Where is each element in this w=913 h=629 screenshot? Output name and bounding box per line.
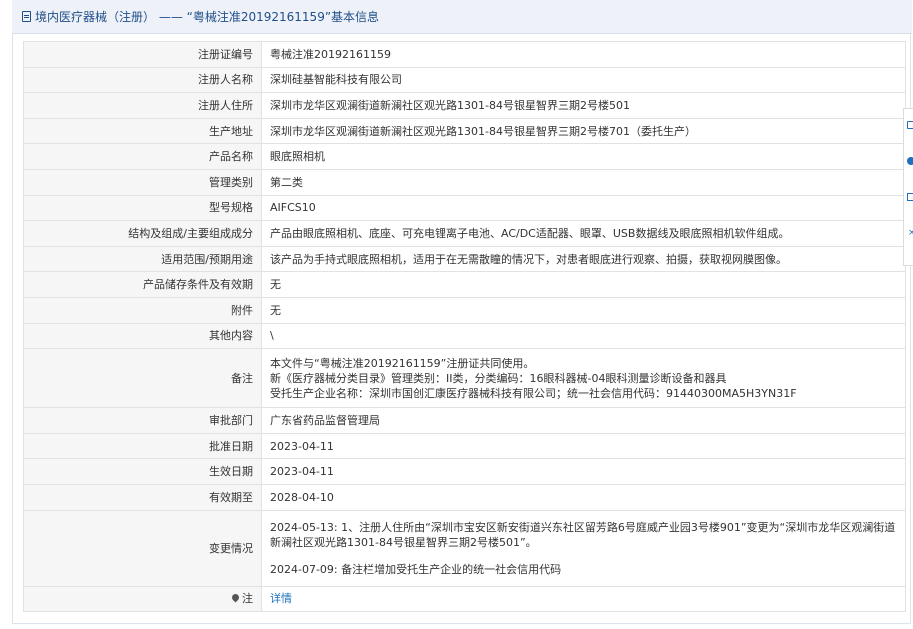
table-row: 产品名称 眼底照相机 bbox=[23, 143, 906, 170]
change-label: 变更情况 bbox=[23, 509, 262, 587]
close-icon[interactable]: × bbox=[908, 229, 913, 238]
row-label: 产品储存条件及有效期 bbox=[23, 271, 262, 298]
copy-icon[interactable] bbox=[907, 193, 913, 201]
change-line: 2024-05-13: 1、注册人住所由“深圳市宝安区新安街道兴东社区留芳路6号… bbox=[270, 520, 896, 549]
row-value: 无 bbox=[261, 296, 906, 324]
row-value: 产品由眼底照相机、底座、可充电锂离子电池、AC/DC适配器、眼罩、USB数据线及… bbox=[261, 220, 906, 247]
page-title: 境内医疗器械（注册） —— “粤械注准20192161159”基本信息 bbox=[35, 10, 380, 24]
row-value: 深圳市龙华区观澜街道新澜社区观光路1301-84号银星智界三期2号楼501 bbox=[261, 92, 906, 119]
note-value: 本文件与“粤械注准20192161159”注册证共同使用。 新《医疗器械分类目录… bbox=[261, 348, 906, 409]
row-label: 批准日期 bbox=[23, 432, 262, 460]
change-spacer bbox=[270, 550, 897, 562]
row-label: 管理类别 bbox=[23, 168, 262, 196]
row-value: 2023-04-11 bbox=[261, 458, 906, 485]
note-label: 备注 bbox=[23, 348, 262, 409]
table-row: 生产地址 深圳市龙华区观澜街道新澜社区观光路1301-84号银星智界三期2号楼7… bbox=[23, 117, 906, 145]
table-row: 生效日期 2023-04-11 bbox=[23, 458, 906, 485]
change-value: 2024-05-13: 1、注册人住所由“深圳市宝安区新安街道兴东社区留芳路6号… bbox=[261, 509, 906, 587]
table-row: 产品储存条件及有效期 无 bbox=[23, 271, 906, 298]
note-line: 受托生产企业名称：深圳市国创汇康医疗器械科技有限公司；统一社会信用代码：9144… bbox=[270, 386, 797, 400]
row-label: 有效期至 bbox=[23, 483, 262, 511]
row-value: 第二类 bbox=[261, 168, 906, 196]
table-row: 结构及组成/主要组成成分 产品由眼底照相机、底座、可充电锂离子电池、AC/DC适… bbox=[23, 220, 906, 247]
row-label: 结构及组成/主要组成成分 bbox=[23, 220, 262, 247]
info-icon[interactable] bbox=[907, 157, 913, 165]
footer-label-cell: 注 bbox=[23, 585, 262, 613]
row-value: 粤械注准20192161159 bbox=[261, 41, 906, 68]
note-line: 本文件与“粤械注准20192161159”注册证共同使用。 bbox=[270, 356, 535, 370]
row-value: 该产品为手持式眼底照相机，适用于在无需散瞳的情况下，对患者眼底进行观察、拍摄，获… bbox=[261, 245, 906, 273]
row-label: 生产地址 bbox=[23, 117, 262, 145]
row-label: 审批部门 bbox=[23, 407, 262, 434]
row-label: 注册人名称 bbox=[23, 66, 262, 94]
footer-value: 详情 bbox=[261, 585, 906, 613]
info-table: 注册证编号 粤械注准20192161159 注册人名称 深圳硅基智能科技有限公司… bbox=[23, 41, 906, 613]
document-icon bbox=[22, 11, 31, 22]
row-label: 产品名称 bbox=[23, 143, 262, 170]
row-value: 2023-04-11 bbox=[261, 432, 906, 460]
row-value: \ bbox=[261, 322, 906, 350]
row-label: 型号规格 bbox=[23, 194, 262, 222]
pin-icon bbox=[230, 592, 241, 603]
table-row: 注册人名称 深圳硅基智能科技有限公司 bbox=[23, 66, 906, 94]
row-value: 眼底照相机 bbox=[261, 143, 906, 170]
table-row: 型号规格 AIFCS10 bbox=[23, 194, 906, 222]
footer-row: 注 详情 bbox=[23, 585, 906, 613]
page-header: 境内医疗器械（注册） —— “粤械注准20192161159”基本信息 bbox=[12, 0, 912, 34]
document-icon[interactable] bbox=[907, 121, 913, 129]
table-row: 适用范围/预期用途 该产品为手持式眼底照相机，适用于在无需散瞳的情况下，对患者眼… bbox=[23, 245, 906, 273]
table-row: 审批部门 广东省药品监督管理局 bbox=[23, 407, 906, 434]
row-value: 深圳硅基智能科技有限公司 bbox=[261, 66, 906, 94]
footer-label: 注 bbox=[242, 592, 253, 606]
note-row: 备注 本文件与“粤械注准20192161159”注册证共同使用。 新《医疗器械分… bbox=[23, 348, 906, 409]
row-label: 注册人住所 bbox=[23, 92, 262, 119]
row-value: 广东省药品监督管理局 bbox=[261, 407, 906, 434]
row-label: 附件 bbox=[23, 296, 262, 324]
table-row: 批准日期 2023-04-11 bbox=[23, 432, 906, 460]
change-line: 2024-07-09: 备注栏增加受托生产企业的统一社会信用代码 bbox=[270, 562, 562, 576]
table-row: 其他内容 \ bbox=[23, 322, 906, 350]
row-label: 注册证编号 bbox=[23, 41, 262, 68]
row-value: 无 bbox=[261, 271, 906, 298]
row-value: AIFCS10 bbox=[261, 194, 906, 222]
detail-link[interactable]: 详情 bbox=[270, 592, 292, 605]
table-row: 有效期至 2028-04-10 bbox=[23, 483, 906, 511]
row-value: 深圳市龙华区观澜街道新澜社区观光路1301-84号银星智界三期2号楼701（委托… bbox=[261, 117, 906, 145]
row-label: 其他内容 bbox=[23, 322, 262, 350]
row-label: 适用范围/预期用途 bbox=[23, 245, 262, 273]
table-row: 附件 无 bbox=[23, 296, 906, 324]
table-row: 管理类别 第二类 bbox=[23, 168, 906, 196]
change-row: 变更情况 2024-05-13: 1、注册人住所由“深圳市宝安区新安街道兴东社区… bbox=[23, 509, 906, 587]
row-label: 生效日期 bbox=[23, 458, 262, 485]
table-row: 注册人住所 深圳市龙华区观澜街道新澜社区观光路1301-84号银星智界三期2号楼… bbox=[23, 92, 906, 119]
note-line: 新《医疗器械分类目录》管理类别：II类，分类编码：16眼科器械-04眼科测量诊断… bbox=[270, 371, 727, 385]
side-toolbar: × bbox=[903, 108, 913, 266]
row-value: 2028-04-10 bbox=[261, 483, 906, 511]
table-row: 注册证编号 粤械注准20192161159 bbox=[23, 41, 906, 68]
